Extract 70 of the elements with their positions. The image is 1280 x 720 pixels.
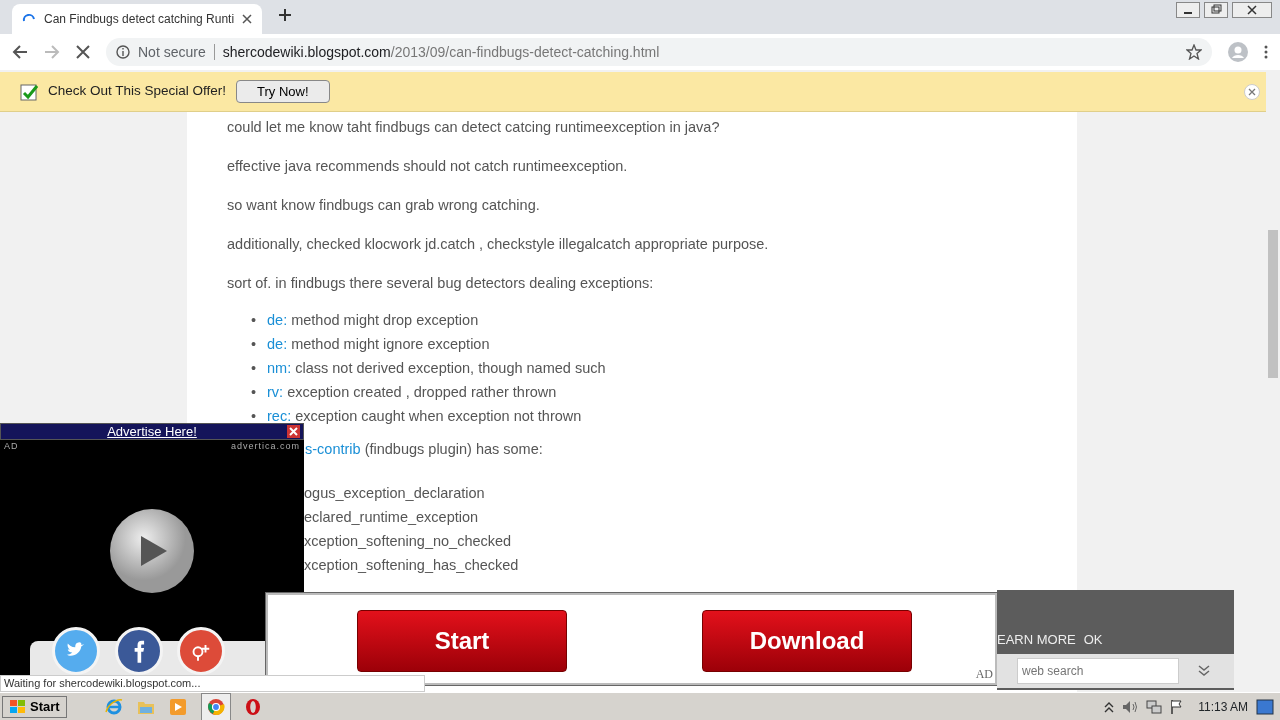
paragraph: additionally, checked klocwork jd.catch , checkstyle illegalcatch appropriate purpose. (227, 235, 770, 254)
status-text: Waiting for shercodewiki.blogspot.com... (0, 675, 425, 692)
try-now-button[interactable]: Try Now! (236, 79, 330, 104)
browser-tab[interactable]: Can Findbugs detect catching Runti (12, 4, 263, 34)
back-icon[interactable] (12, 44, 28, 60)
paragraph: effective java recommends should not catch runtimeexception. (227, 157, 629, 176)
chevron-up-icon[interactable] (1104, 700, 1115, 713)
detector-link[interactable]: nm: (267, 360, 292, 376)
address-bar[interactable]: Not secure shercodewiki.blogspot.com/2013/09/can-findbugs-detect-catching.html (106, 38, 1212, 66)
opera-icon[interactable] (244, 697, 261, 716)
download-button[interactable]: Download (702, 610, 912, 672)
stop-icon[interactable] (76, 45, 90, 59)
minimize-icon[interactable] (1176, 2, 1200, 18)
close-icon[interactable] (242, 14, 253, 24)
restore-icon[interactable] (1204, 2, 1228, 18)
search-field[interactable]: web search (1017, 657, 1179, 684)
star-icon[interactable] (1186, 44, 1202, 60)
tab-title: Can Findbugs detect catching Runti (44, 11, 235, 28)
paragraph: could let me know taht findbugs can detect catcing runtimeexception in java? (227, 118, 721, 137)
bullet: • (251, 335, 258, 354)
offer-text: Check Out This Special Offer! (48, 82, 227, 101)
twitter-share-button[interactable] (52, 627, 100, 675)
detector-link[interactable]: de: (267, 336, 288, 352)
info-icon (116, 45, 130, 59)
start-button[interactable]: Start (357, 610, 567, 672)
learn-more-link[interactable]: EARN MORE (997, 630, 1076, 650)
ad-label: AD (975, 666, 993, 683)
ok-link[interactable]: OK (1083, 630, 1103, 650)
list-item: eclared_runtime_exception (304, 508, 480, 527)
security-label: Not secure (138, 42, 206, 62)
detector-text: method might ignore exception (291, 336, 490, 352)
close-icon[interactable] (287, 425, 300, 438)
facebook-share-button[interactable] (115, 627, 163, 675)
plugin-link[interactable]: s-contrib (305, 441, 361, 457)
chevron-down-icon[interactable] (1197, 664, 1211, 677)
google-plus-share-button[interactable] (177, 627, 225, 675)
network-icon[interactable] (1146, 698, 1163, 715)
bullet: • (251, 383, 258, 402)
detector-text: exception created , dropped rather thrown (287, 384, 557, 400)
scrollbar-thumb[interactable] (1268, 230, 1278, 378)
list-item: ogus_exception_declaration (304, 484, 486, 503)
plugin-text: (findbugs plugin) has some: (364, 441, 543, 457)
bullet: • (251, 407, 258, 426)
url-text: shercodewiki.blogspot.com/2013/09/can-findbugs-detect-catching.html (222, 42, 660, 62)
detector-link[interactable]: de: (267, 312, 288, 328)
chrome-icon[interactable] (206, 698, 225, 717)
show-desktop-icon[interactable] (1256, 698, 1274, 715)
paragraph: sort of. in findbugs there several bug detectors dealing exceptions: (227, 274, 655, 293)
detector-text: class not derived exception, though named such (295, 360, 606, 376)
paragraph: so want know findbugs can grab wrong catching. (227, 196, 541, 215)
list-item: xception_softening_has_checked (304, 556, 520, 575)
windows-logo-icon (9, 698, 27, 715)
start-button[interactable]: Start (2, 695, 67, 718)
menu-icon[interactable] (1264, 44, 1268, 60)
speaker-icon[interactable] (1122, 699, 1139, 714)
checklist-icon (20, 82, 38, 101)
play-icon[interactable] (109, 507, 195, 594)
detector-text: method might drop exception (291, 312, 479, 328)
bullet: • (251, 311, 258, 330)
source-text: advertica.com (230, 440, 300, 453)
bullet: • (251, 359, 258, 378)
clock: 11:13 AM (1198, 698, 1248, 716)
detector-link[interactable]: rv: (267, 384, 284, 400)
detector-text: exception caught when exception not thrown (295, 408, 582, 424)
close-icon[interactable] (1232, 2, 1272, 18)
ad-label: AD (4, 440, 19, 453)
new-tab-icon[interactable] (278, 7, 293, 22)
detector-link[interactable]: rec: (267, 408, 292, 424)
list-item: xception_softening_no_checked (304, 532, 513, 551)
flag-icon[interactable] (1170, 698, 1183, 715)
